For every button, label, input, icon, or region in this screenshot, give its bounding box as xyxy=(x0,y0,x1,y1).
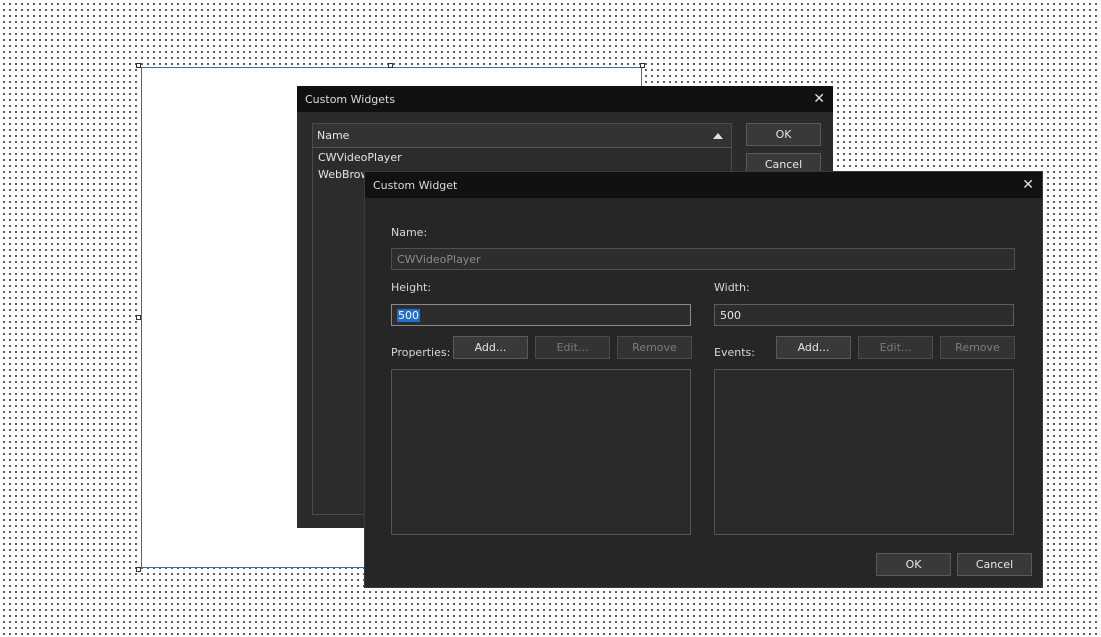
custom-widgets-title: Custom Widgets xyxy=(305,92,396,106)
close-icon[interactable]: ✕ xyxy=(1022,178,1034,192)
width-field[interactable]: 500 xyxy=(714,304,1014,326)
sort-ascending-icon xyxy=(713,133,723,139)
height-label: Height: xyxy=(391,281,432,294)
events-remove-button[interactable]: Remove xyxy=(940,336,1015,359)
custom-widget-titlebar: Custom Widget ✕ xyxy=(365,172,1042,198)
name-label: Name: xyxy=(391,226,428,239)
resize-handle-top[interactable] xyxy=(388,63,393,68)
ok-button[interactable]: OK xyxy=(746,123,821,146)
properties-label: Properties: xyxy=(391,346,451,359)
events-add-button[interactable]: Add... xyxy=(776,336,851,359)
properties-add-button[interactable]: Add... xyxy=(453,336,528,359)
custom-widgets-titlebar: Custom Widgets ✕ xyxy=(297,86,833,112)
name-column-header[interactable]: Name xyxy=(313,124,731,148)
height-field[interactable]: 500 xyxy=(391,304,691,326)
properties-list[interactable] xyxy=(391,369,691,535)
name-column-label: Name xyxy=(317,129,350,142)
resize-handle-top-left[interactable] xyxy=(136,63,141,68)
resize-handle-left[interactable] xyxy=(136,315,141,320)
name-field[interactable]: CWVideoPlayer xyxy=(391,248,1015,270)
custom-widget-title: Custom Widget xyxy=(373,178,458,192)
resize-handle-top-right[interactable] xyxy=(640,63,645,68)
events-edit-button[interactable]: Edit... xyxy=(858,336,933,359)
ok-button[interactable]: OK xyxy=(876,553,951,576)
close-icon[interactable]: ✕ xyxy=(813,92,825,106)
custom-widget-dialog: Custom Widget ✕ Name: CWVideoPlayer Heig… xyxy=(364,171,1043,588)
width-label: Width: xyxy=(714,281,750,294)
resize-handle-bottom-left[interactable] xyxy=(136,567,141,572)
cancel-button[interactable]: Cancel xyxy=(957,553,1032,576)
list-item[interactable]: CWVideoPlayer xyxy=(318,151,402,164)
properties-edit-button[interactable]: Edit... xyxy=(535,336,610,359)
events-list[interactable] xyxy=(714,369,1014,535)
height-value: 500 xyxy=(397,308,420,322)
events-label: Events: xyxy=(714,346,755,359)
properties-remove-button[interactable]: Remove xyxy=(617,336,692,359)
